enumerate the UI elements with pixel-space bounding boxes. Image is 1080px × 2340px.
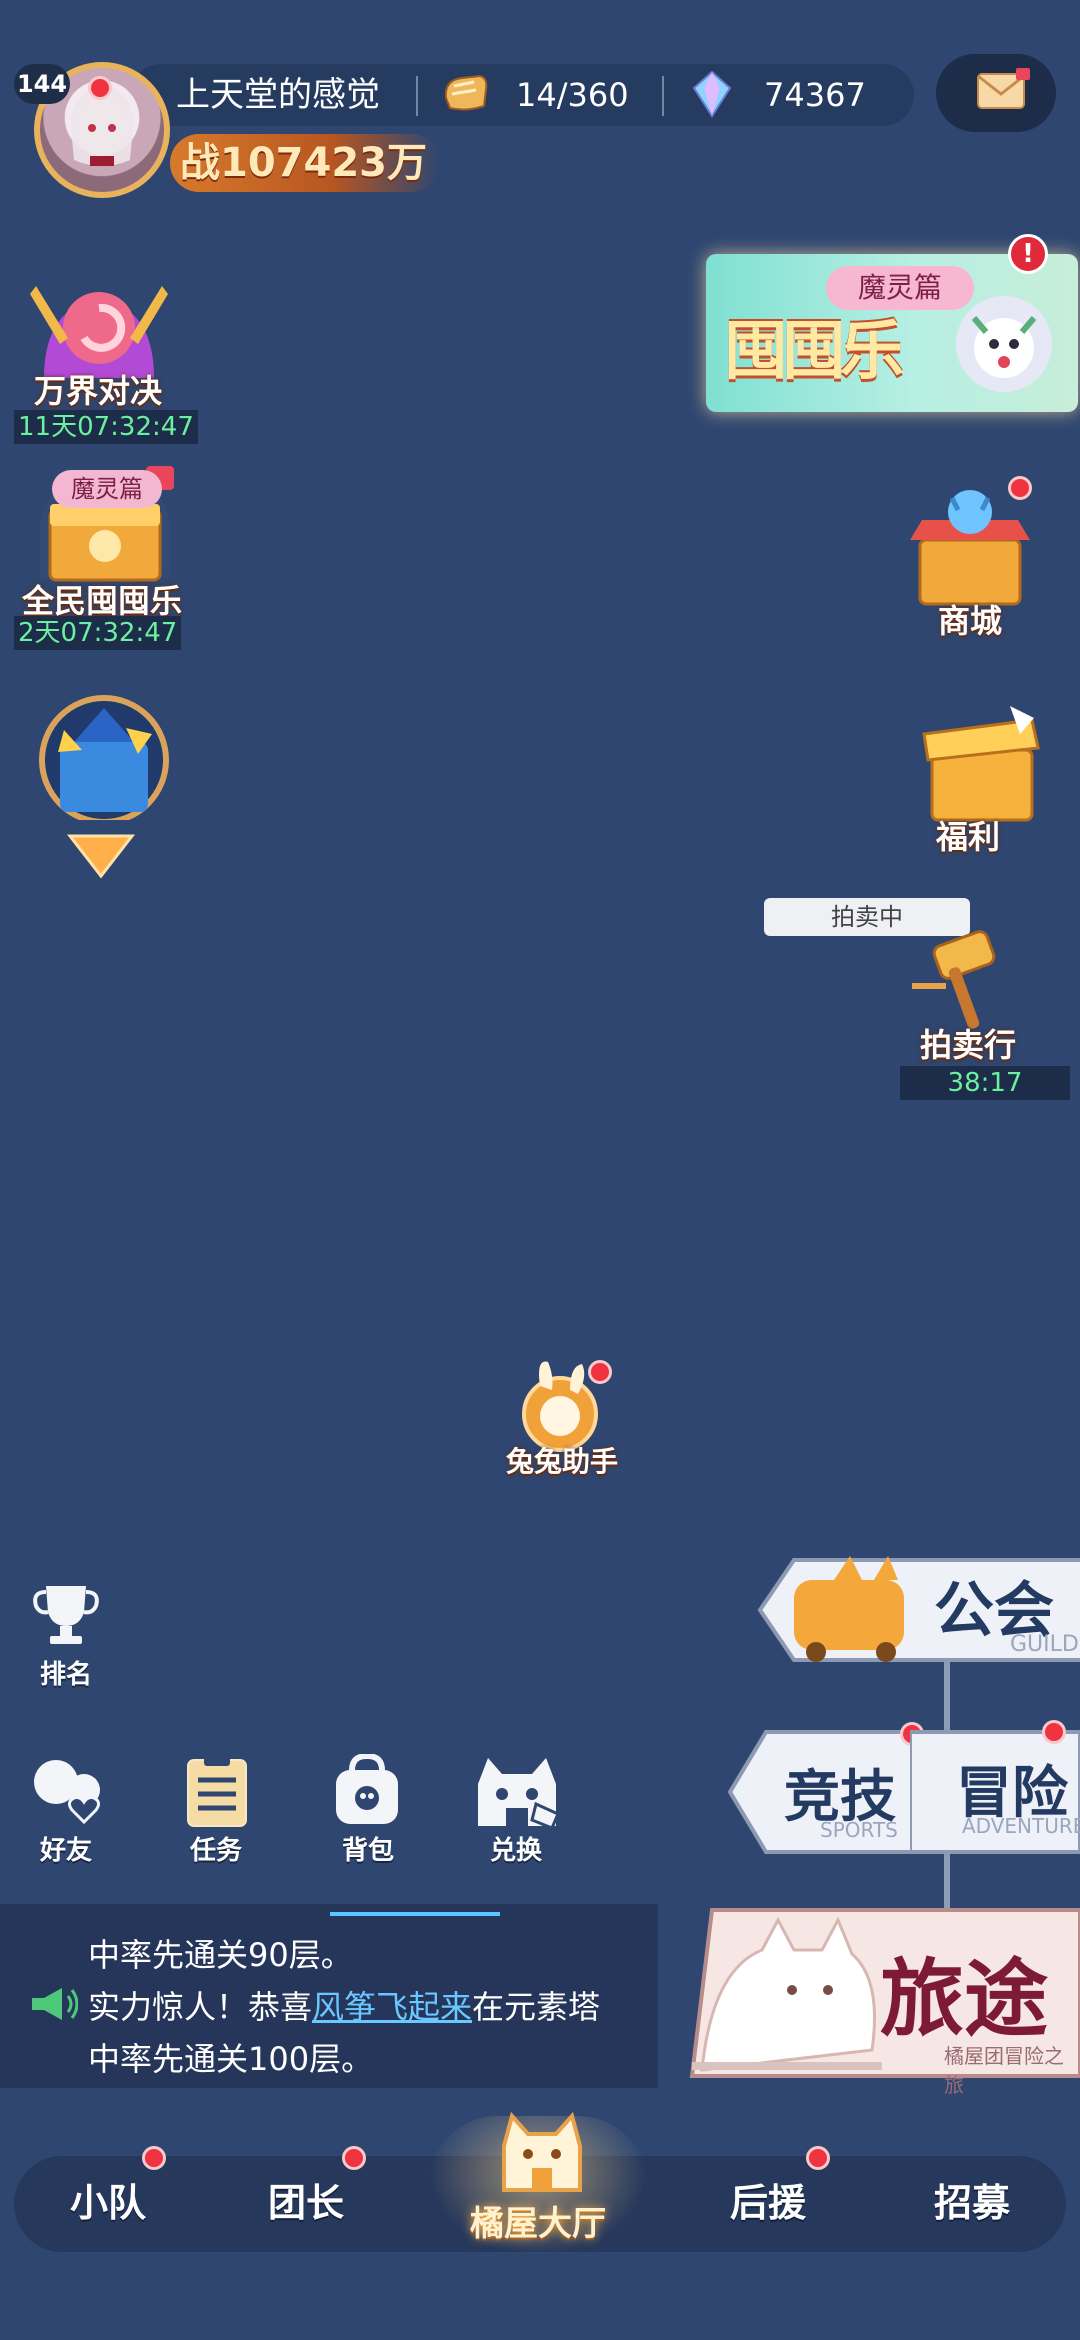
nav-tab-home[interactable]: 橘屋大厅: [470, 2196, 606, 2245]
exchange-cat-shop-icon[interactable]: [472, 1754, 562, 1830]
nav-tab-support[interactable]: 后援: [730, 2172, 806, 2227]
gem-counter[interactable]: 74367: [764, 70, 866, 120]
chat-tab-indicator: [330, 1912, 500, 1916]
chat-text: 在元素塔: [472, 1988, 601, 2026]
helper-label: 兔兔助手: [506, 1445, 619, 1478]
hoard-event-tag: 魔灵篇: [52, 470, 162, 508]
hoard-event-timer: 2天07:32:47: [14, 616, 182, 650]
auction-timer: 38:17: [900, 1066, 1070, 1100]
chat-message-line: 中率先通关90层。: [88, 1936, 353, 1974]
combat-power-value: 战107423万: [180, 140, 427, 186]
rank-label: 排名: [40, 1660, 93, 1690]
helper-notification-dot: [588, 1360, 612, 1384]
clipboard-task-icon[interactable]: [182, 1752, 252, 1828]
friends-label: 好友: [40, 1836, 93, 1866]
chat-player-link[interactable]: 风筝飞起来: [312, 1988, 472, 2026]
adventure-sublabel: ADVENTURE: [962, 1814, 1080, 1838]
nav-tab-leader[interactable]: 团长: [268, 2172, 344, 2227]
nav-tab-squad[interactable]: 小队: [70, 2172, 146, 2227]
stamina-bread-icon: [444, 74, 488, 111]
journey-sublabel: 橘屋团冒险之旅: [944, 2044, 1064, 2097]
collapse-arrow-icon[interactable]: [66, 830, 136, 880]
welfare-label: 福利: [936, 818, 1001, 856]
orange-house-cat-icon[interactable]: [494, 2110, 590, 2194]
banner-tag: 魔灵篇: [826, 266, 974, 310]
guild-sublabel: GUILD: [1010, 1632, 1079, 1657]
divider: [662, 76, 664, 116]
bag-label: 背包: [342, 1836, 395, 1866]
backpack-icon[interactable]: [328, 1754, 406, 1828]
gem-crystal-icon: [692, 70, 732, 118]
player-nickname: 上天堂的感觉: [176, 75, 380, 115]
friends-icon[interactable]: [28, 1756, 106, 1826]
chat-message-line: 实力惊人！恭喜风筝飞起来在元素塔: [88, 1982, 600, 2028]
stamina-counter[interactable]: 14/360: [516, 70, 629, 120]
player-level-badge: 144: [14, 64, 70, 104]
welfare-gift-box-icon[interactable]: [910, 700, 1050, 830]
megaphone-icon: [32, 1988, 78, 2020]
auction-label: 拍卖行: [920, 1026, 1017, 1064]
journey-label: 旅途: [880, 1950, 1049, 2048]
banner-dragon-mascot-icon: [956, 296, 1052, 392]
squad-notification-dot: [142, 2146, 166, 2170]
adventure-notification-dot: [1042, 1720, 1066, 1744]
world-duel-label: 万界对决: [34, 372, 163, 410]
divider: [416, 76, 418, 116]
nav-tab-recruit[interactable]: 招募: [934, 2172, 1010, 2227]
trophy-rank-icon[interactable]: [30, 1582, 102, 1648]
exchange-label: 兑换: [490, 1836, 543, 1866]
shop-store-icon[interactable]: [900, 490, 1040, 610]
sports-sublabel: SPORTS: [820, 1818, 898, 1842]
world-duel-timer: 11天07:32:47: [14, 410, 198, 444]
avatar-notification-dot: [88, 76, 112, 100]
mail-envelope-icon: [977, 68, 1030, 109]
support-notification-dot: [806, 2146, 830, 2170]
banner-title: 囤囤乐: [724, 315, 904, 389]
tasks-label: 任务: [190, 1836, 243, 1866]
banner-alert-badge: !: [1008, 234, 1048, 274]
shop-label: 商城: [938, 602, 1003, 640]
chat-text: 实力惊人！恭喜: [88, 1988, 313, 2026]
chat-message-line: 中率先通关100层。: [88, 2040, 374, 2078]
gift-pack-event-icon[interactable]: [34, 690, 174, 820]
shop-notification-dot: [1008, 476, 1032, 500]
leader-notification-dot: [342, 2146, 366, 2170]
